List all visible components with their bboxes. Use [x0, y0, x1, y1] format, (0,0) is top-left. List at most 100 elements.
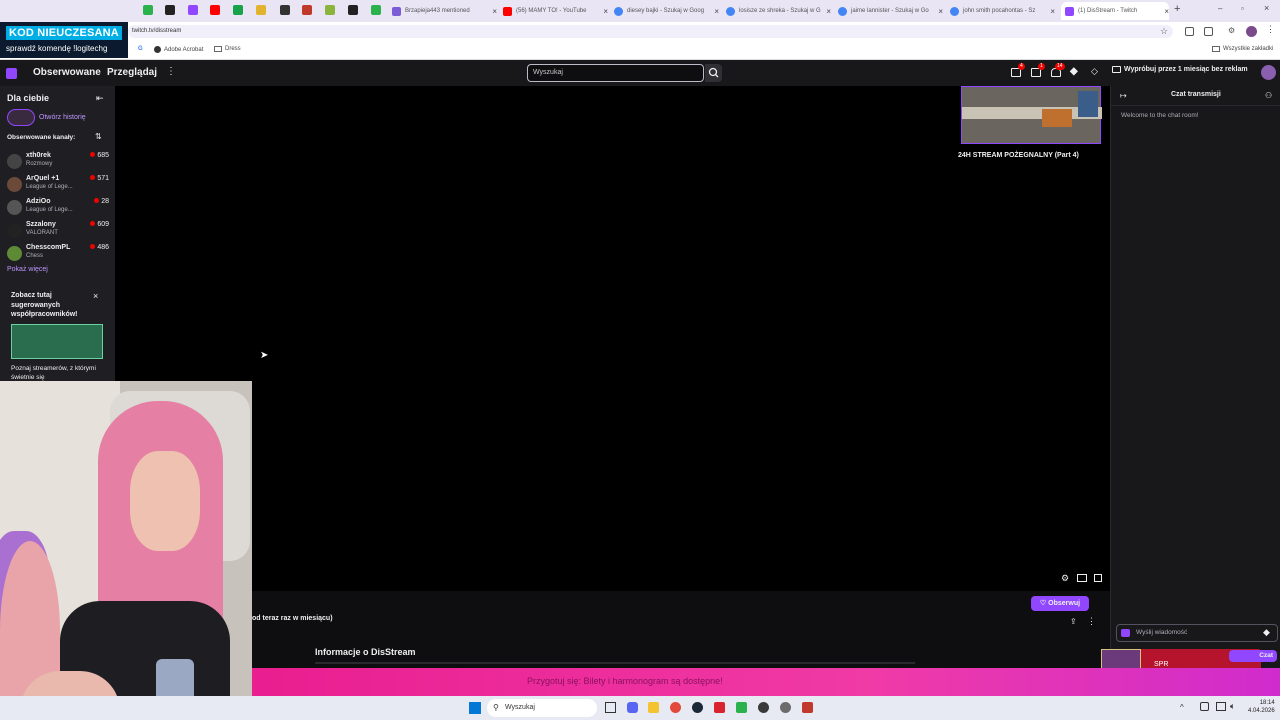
- pinned-tab-icon[interactable]: [165, 5, 175, 15]
- sidebar-channel-adzioo[interactable]: AdziOo League of Lege... 28: [7, 197, 109, 219]
- notification-badge: 4: [1018, 63, 1025, 70]
- browser-tab[interactable]: losisze ze shreka - Szukaj w G ×: [726, 2, 831, 20]
- sidebar-channel-chesscompl[interactable]: ChesscomPL Chess 486: [7, 243, 109, 265]
- taskbar-clock[interactable]: 18:14 4.04.2026: [1248, 699, 1275, 715]
- pinned-tab-icon[interactable]: [348, 5, 358, 15]
- sort-icon[interactable]: ⇅: [95, 132, 102, 141]
- close-promo-icon[interactable]: ×: [93, 291, 98, 301]
- history-link[interactable]: Otwórz historię: [39, 114, 86, 121]
- browser-tab[interactable]: Brzapieja443 mentioned ×: [392, 2, 497, 20]
- fullscreen-icon[interactable]: [1094, 574, 1102, 582]
- pinned-tab-icon[interactable]: [233, 5, 243, 15]
- close-tab-icon[interactable]: ×: [600, 7, 608, 16]
- twitch-logo-icon[interactable]: [6, 68, 17, 79]
- pinned-tab-icon[interactable]: [256, 5, 266, 15]
- chrome-icon[interactable]: [670, 702, 681, 713]
- mini-player-title[interactable]: 24H STREAM POŻEGNALNY (Part 4): [958, 152, 1079, 159]
- app-icon[interactable]: [736, 702, 747, 713]
- maximize-icon[interactable]: ▫: [1241, 4, 1244, 13]
- extension-icon[interactable]: [1185, 27, 1194, 36]
- extension-icon[interactable]: [1204, 27, 1213, 36]
- bits-icon[interactable]: ◆: [1070, 66, 1078, 77]
- chat-divider: [1111, 105, 1280, 106]
- close-tab-icon[interactable]: ×: [711, 7, 719, 16]
- try-ad-free-button[interactable]: Wypróbuj przez 1 miesiąc bez reklam: [1112, 66, 1248, 73]
- pinned-tab-icon[interactable]: [371, 5, 381, 15]
- pinned-tab-icon[interactable]: [302, 5, 312, 15]
- sidebar-channel-szzalony[interactable]: Szzalony VALORANT 609: [7, 220, 109, 242]
- minimize-icon[interactable]: –: [1218, 4, 1222, 13]
- browser-tab[interactable]: diesey bajki - Szukaj w Goog ×: [614, 2, 719, 20]
- settings-icon[interactable]: [780, 702, 791, 713]
- nav-followed[interactable]: Obserwowane: [33, 67, 101, 78]
- collapse-sidebar-icon[interactable]: ⇤: [96, 93, 104, 104]
- tray-icon[interactable]: [1200, 702, 1209, 711]
- app-icon[interactable]: [802, 702, 813, 713]
- follow-button[interactable]: ♡ Obserwuj: [1031, 596, 1089, 611]
- browser-tab[interactable]: jaime lannister - Szukaj w Go ×: [838, 2, 943, 20]
- pinned-tab-icon[interactable]: [280, 5, 290, 15]
- pinned-tab-icon[interactable]: [325, 5, 335, 15]
- tab-favicon-icon: [614, 6, 623, 16]
- folder-icon: [1212, 46, 1220, 52]
- settings-icon[interactable]: ⚙: [1228, 26, 1235, 35]
- all-bookmarks[interactable]: Wszystkie zakładki: [1212, 46, 1273, 52]
- theatre-mode-icon[interactable]: [1077, 574, 1087, 582]
- tray-chevron-icon[interactable]: ^: [1180, 703, 1184, 712]
- url-field[interactable]: twitch.tv/disstream: [128, 25, 1173, 38]
- taskbar-search[interactable]: ⚲ Wyszukaj: [487, 699, 597, 717]
- bookmark-label: Adobe Acrobat: [164, 46, 204, 53]
- settings-gear-icon[interactable]: ⚙: [1061, 573, 1069, 584]
- bookmark-item[interactable]: Dress: [214, 46, 241, 52]
- bookmark-item[interactable]: G: [138, 46, 143, 52]
- show-more-link[interactable]: Pokaż więcej: [7, 266, 48, 273]
- new-tab-icon[interactable]: +: [1174, 3, 1180, 15]
- chat-identity-icon[interactable]: [1121, 629, 1130, 637]
- pinned-tab-icon[interactable]: [188, 5, 198, 15]
- browser-menu-icon[interactable]: ⋮: [1266, 24, 1275, 35]
- close-tab-icon[interactable]: ×: [489, 7, 497, 16]
- about-divider: [315, 662, 915, 664]
- pinned-tab-icon[interactable]: [210, 5, 220, 15]
- chat-input[interactable]: Wyślij wiadomość ◆: [1116, 624, 1278, 642]
- profile-avatar-icon[interactable]: [1246, 26, 1257, 37]
- app-icon[interactable]: [714, 702, 725, 713]
- collapse-chat-icon[interactable]: ↦: [1120, 91, 1127, 100]
- crown-icon[interactable]: ◇: [1091, 66, 1098, 77]
- video-player[interactable]: 24H STREAM POŻEGNALNY (Part 4) ⚙: [115, 86, 1110, 591]
- sidebar-channel-arquel[interactable]: ArQuel +1 League of Lege... 571: [7, 174, 109, 196]
- sidebar-channel-xth0rek[interactable]: xth0rek Rozmowy 685: [7, 151, 109, 173]
- obs-icon[interactable]: [758, 702, 769, 713]
- close-tab-icon[interactable]: ×: [1047, 7, 1055, 16]
- browser-tab-active[interactable]: (1) DisStream - Twitch ×: [1061, 2, 1169, 20]
- close-tab-icon[interactable]: ×: [823, 7, 831, 16]
- close-window-icon[interactable]: ×: [1264, 3, 1269, 13]
- steam-icon[interactable]: [692, 702, 703, 713]
- bookmark-item[interactable]: Adobe Acrobat: [154, 46, 203, 53]
- network-icon[interactable]: [1216, 702, 1226, 711]
- chat-users-icon[interactable]: ⚇: [1265, 91, 1272, 100]
- promo-banner[interactable]: Przygotuj się: Bilety i harmonogram są d…: [252, 668, 1280, 696]
- windows-start-icon[interactable]: [469, 702, 481, 714]
- browser-tab[interactable]: john smith pocahontas - Sz ×: [950, 2, 1055, 20]
- close-tab-icon[interactable]: ×: [1161, 7, 1169, 16]
- search-input[interactable]: Wyszukaj: [527, 64, 704, 82]
- discord-icon[interactable]: [627, 702, 638, 713]
- browser-tab[interactable]: (56) MAMY TO! - YouTube ×: [503, 2, 608, 20]
- file-explorer-icon[interactable]: [648, 702, 659, 713]
- more-menu-icon[interactable]: ⋮: [166, 66, 176, 77]
- pinned-tab-icon[interactable]: [143, 5, 153, 15]
- mini-player-thumbnail[interactable]: [961, 86, 1102, 144]
- user-avatar[interactable]: [1261, 65, 1276, 80]
- chat-send-button[interactable]: Czat: [1229, 650, 1277, 662]
- bits-icon[interactable]: ◆: [1263, 627, 1270, 638]
- task-view-icon[interactable]: [605, 702, 616, 713]
- close-tab-icon[interactable]: ×: [935, 7, 943, 16]
- history-avatar[interactable]: [7, 109, 35, 126]
- more-options-icon[interactable]: ⋮: [1087, 616, 1096, 627]
- nav-browse[interactable]: Przeglądaj: [107, 67, 157, 78]
- search-button[interactable]: [705, 64, 722, 82]
- share-icon[interactable]: ⇪: [1070, 617, 1077, 626]
- volume-icon[interactable]: 🔈︎: [1230, 701, 1235, 712]
- bookmark-star-icon[interactable]: ☆: [1160, 26, 1168, 37]
